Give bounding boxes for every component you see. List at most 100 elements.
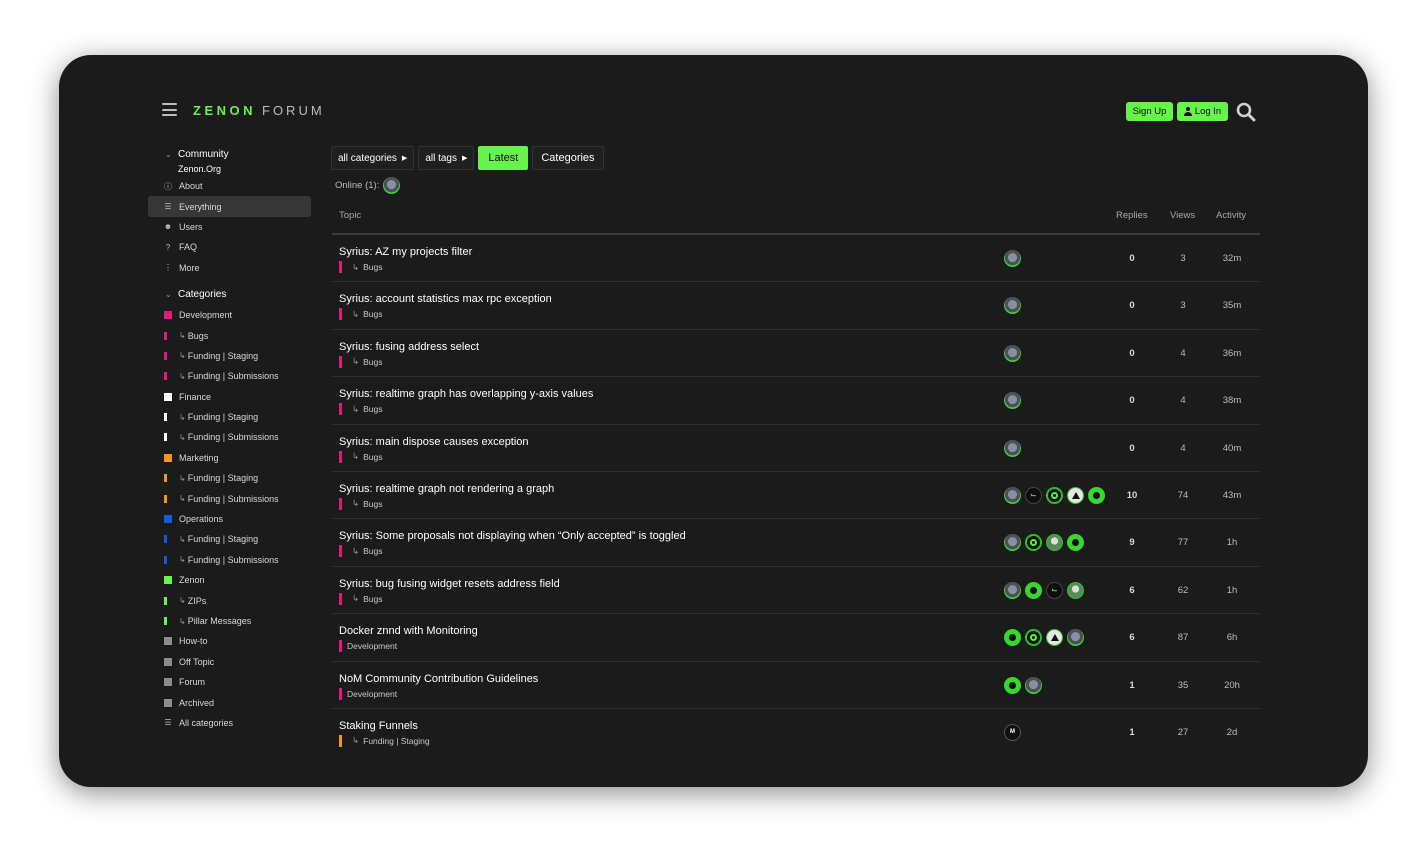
avatar[interactable] (1004, 486, 1021, 504)
sidebar-item-about[interactable]: ⓘ About (148, 176, 311, 196)
sidebar-item-all-categories[interactable]: ☰ All categories (148, 713, 311, 733)
topic-row[interactable]: Syrius: fusing address select ↳ Bugs 0 4 36m (332, 330, 1260, 378)
topic-row[interactable]: Staking Funnels ↳ Funding | Staging M 1 27 2d (332, 709, 1260, 756)
all-categories-dropdown[interactable]: all categories ▶ (331, 146, 415, 170)
topic-title-link[interactable]: Syrius: fusing address select (339, 341, 479, 353)
topic-title-link[interactable]: NoM Community Contribution Guidelines (339, 673, 538, 685)
topic-title-link[interactable]: Syrius: Some proposals not displaying wh… (339, 530, 686, 542)
activity-time[interactable]: 38m (1212, 395, 1252, 406)
avatar[interactable] (1067, 629, 1084, 647)
sidebar-category-item[interactable]: ↳ Funding | Submissions (148, 550, 311, 570)
topic-row[interactable]: Docker znnd with Monitoring Development 6 8… (332, 614, 1260, 662)
avatar[interactable] (1067, 486, 1084, 504)
avatar[interactable] (1004, 676, 1021, 694)
topic-row[interactable]: NoM Community Contribution Guidelines Dev… (332, 662, 1260, 709)
avatar[interactable] (1004, 629, 1021, 647)
sidebar-category-item[interactable]: ↳ Funding | Staging (148, 529, 311, 549)
topic-title-link[interactable]: Syrius: realtime graph not rendering a g… (339, 483, 554, 495)
topic-category-badge[interactable]: Development (339, 687, 397, 700)
topic-category-badge[interactable]: ↳ Bugs (339, 261, 383, 273)
topic-row[interactable]: Syrius: main dispose causes exception ↳ Bu… (332, 425, 1260, 472)
activity-time[interactable]: 32m (1212, 253, 1252, 264)
topic-title-link[interactable]: Docker znnd with Monitoring (339, 625, 478, 637)
sidebar-category-item[interactable]: ↳ Funding | Staging (148, 407, 311, 427)
sidebar-category-item[interactable]: Operations (148, 509, 311, 529)
topic-category-badge[interactable]: ↳ Bugs (339, 450, 383, 463)
avatar[interactable] (1046, 534, 1063, 552)
activity-time[interactable]: 6h (1212, 632, 1252, 643)
avatar[interactable] (1025, 581, 1042, 599)
topic-category-badge[interactable]: ↳ Bugs (339, 403, 383, 416)
all-tags-dropdown[interactable]: all tags ▶ (418, 146, 475, 170)
activity-time[interactable]: 36m (1212, 348, 1252, 359)
sidebar-category-item[interactable]: ↳ Funding | Submissions (148, 366, 311, 386)
sidebar-category-item[interactable]: Finance (148, 387, 311, 407)
avatar[interactable]: M (1004, 723, 1021, 741)
activity-time[interactable]: 1h (1212, 585, 1252, 596)
topic-category-badge[interactable]: ↳ Bugs (339, 545, 383, 558)
sidebar-category-item[interactable]: ↳ Pillar Messages (148, 611, 311, 631)
topic-title-link[interactable]: Syrius: account statistics max rpc excep… (339, 293, 552, 305)
avatar[interactable] (1067, 581, 1084, 599)
sidebar-item-faq[interactable]: ? FAQ (148, 237, 311, 257)
topic-category-badge[interactable]: ↳ Bugs (339, 497, 383, 510)
avatar[interactable] (1025, 534, 1042, 552)
hamburger-menu-icon[interactable] (162, 103, 177, 116)
site-logo[interactable]: ZENON FORUM (193, 103, 325, 118)
avatar[interactable] (383, 177, 401, 194)
topic-row[interactable]: Syrius: realtime graph not rendering a g… (332, 472, 1260, 520)
topic-title-link[interactable]: Syrius: main dispose causes exception (339, 436, 529, 448)
tab-latest[interactable]: Latest (478, 146, 529, 170)
sidebar-category-item[interactable]: ↳ Funding | Submissions (148, 488, 311, 508)
avatar[interactable] (1067, 534, 1084, 552)
sidebar-category-item[interactable]: Marketing (148, 448, 311, 468)
topic-row[interactable]: Syrius: Some proposals not displaying wh… (332, 519, 1260, 567)
topic-row[interactable]: Syrius: AZ my projects filter ↳ Bugs 0 3 32m (332, 235, 1260, 283)
avatar[interactable] (1004, 250, 1021, 267)
sidebar-category-item[interactable]: Zenon (148, 570, 311, 590)
sidebar-category-item[interactable]: ↳ Bugs (148, 325, 311, 345)
activity-time[interactable]: 2d (1212, 727, 1252, 738)
topic-category-badge[interactable]: ↳ Funding | Staging (339, 734, 430, 747)
avatar[interactable]: ⌙ (1025, 486, 1042, 504)
avatar[interactable]: ⌙ (1046, 581, 1063, 599)
avatar[interactable] (1004, 439, 1021, 457)
topic-category-badge[interactable]: ↳ Bugs (339, 355, 383, 368)
sidebar-category-item[interactable]: Archived (148, 692, 311, 712)
sidebar-item-everything[interactable]: ☰ Everything (148, 196, 311, 217)
topic-title-link[interactable]: Syrius: realtime graph has overlapping y… (339, 388, 593, 400)
categories-section-toggle[interactable]: ⌄ Categories (148, 287, 311, 302)
topic-row[interactable]: Syrius: bug fusing widget resets address… (332, 567, 1260, 615)
topic-title-link[interactable]: Syrius: AZ my projects filter (339, 246, 472, 258)
topic-title-link[interactable]: Syrius: bug fusing widget resets address… (339, 578, 560, 590)
sign-up-button[interactable]: Sign Up (1126, 102, 1173, 121)
activity-time[interactable]: 1h (1212, 537, 1252, 548)
sidebar-category-item[interactable]: Development (148, 305, 311, 325)
avatar[interactable] (1004, 534, 1021, 552)
avatar[interactable] (1004, 344, 1021, 362)
log-in-button[interactable]: Log In (1177, 102, 1228, 121)
avatar[interactable] (1004, 392, 1021, 410)
column-activity[interactable]: Activity (1216, 210, 1246, 221)
topic-category-badge[interactable]: ↳ Bugs (339, 308, 383, 321)
sidebar-item-users[interactable]: ☻ Users (148, 217, 311, 237)
sidebar-category-item[interactable]: How-to (148, 631, 311, 651)
search-icon[interactable] (1236, 102, 1256, 122)
topic-row[interactable]: Syrius: account statistics max rpc excep… (332, 282, 1260, 330)
community-section-toggle[interactable]: ⌄ Community (148, 147, 311, 162)
sidebar-item-more[interactable]: ⋮ More (148, 258, 311, 278)
topic-category-badge[interactable]: ↳ Bugs (339, 592, 383, 605)
sidebar-category-item[interactable]: ↳ Funding | Staging (148, 468, 311, 488)
sidebar-category-item[interactable]: ↳ Funding | Staging (148, 346, 311, 366)
column-views[interactable]: Views (1170, 210, 1195, 221)
sidebar-category-item[interactable]: ↳ Funding | Submissions (148, 427, 311, 447)
activity-time[interactable]: 20h (1212, 680, 1252, 691)
column-replies[interactable]: Replies (1116, 210, 1148, 221)
topic-row[interactable]: Syrius: realtime graph has overlapping y… (332, 377, 1260, 425)
avatar[interactable] (1046, 629, 1063, 647)
avatar[interactable] (1004, 297, 1021, 315)
activity-time[interactable]: 43m (1212, 490, 1252, 501)
sidebar-category-item[interactable]: Off Topic (148, 652, 311, 672)
activity-time[interactable]: 40m (1212, 443, 1252, 454)
topic-title-link[interactable]: Staking Funnels (339, 720, 418, 732)
